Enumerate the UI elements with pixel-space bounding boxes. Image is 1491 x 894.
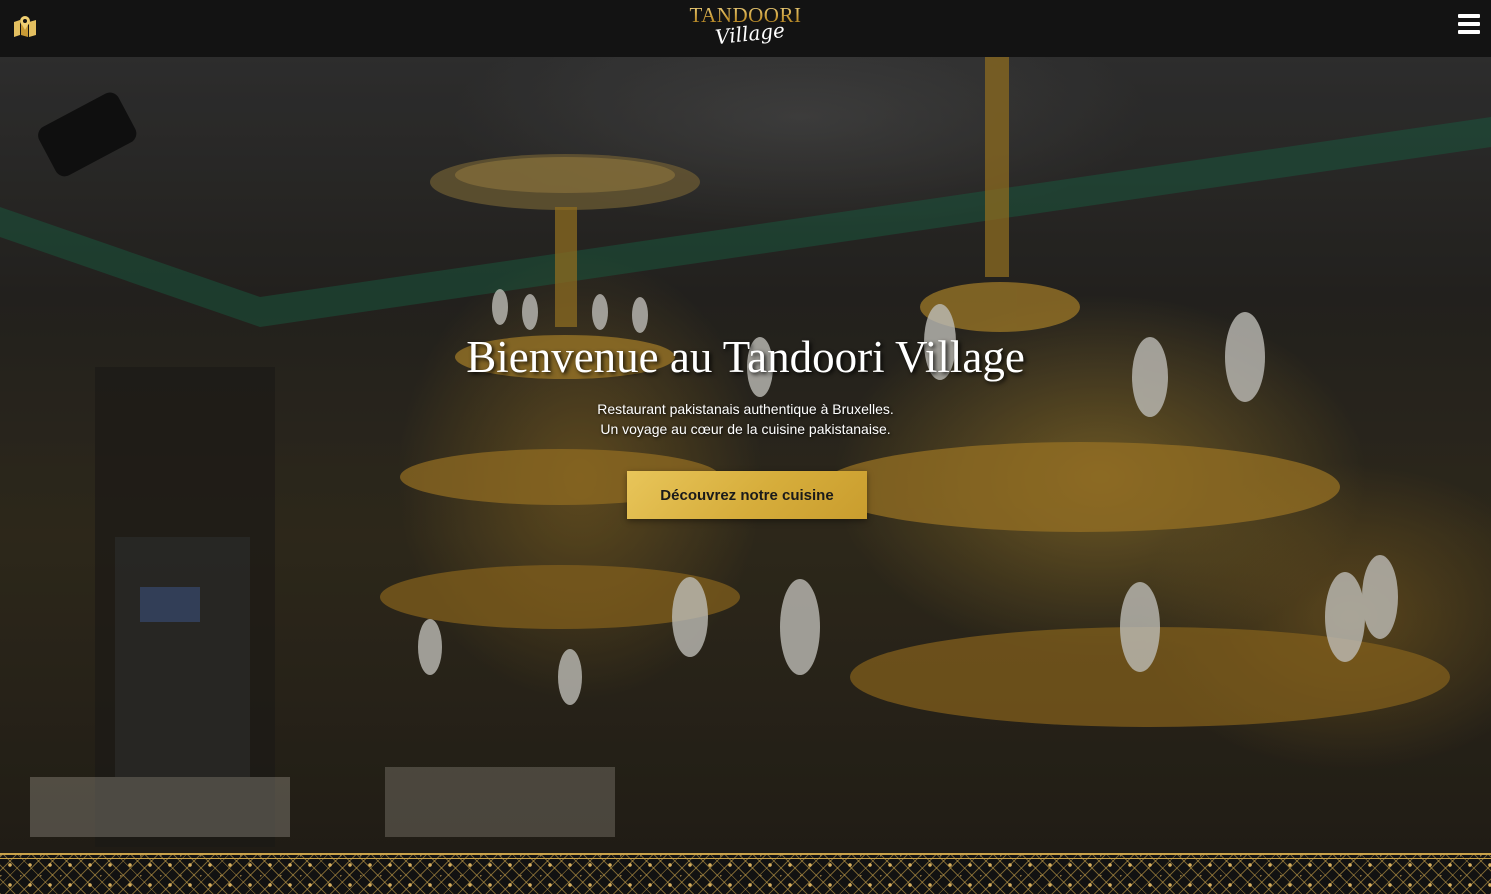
hero-content: Bienvenue au Tandoori Village Restaurant… [0, 57, 1491, 853]
hero-section: Bienvenue au Tandoori Village Restaurant… [0, 57, 1491, 853]
hero-subtitle-line-1: Restaurant pakistanais authentique à Bru… [597, 401, 894, 417]
page: TANDOORI Village Bienvenue au Tandoori V… [0, 0, 1491, 894]
decorative-pattern-band [0, 853, 1491, 894]
discover-cuisine-button[interactable]: Découvrez notre cuisine [627, 471, 867, 519]
site-logo[interactable]: TANDOORI Village [676, 2, 816, 52]
top-navbar: TANDOORI Village [0, 0, 1491, 57]
menu-bar [1458, 30, 1480, 34]
map-marker-icon[interactable] [12, 15, 38, 37]
menu-bar [1458, 14, 1480, 18]
hero-title: Bienvenue au Tandoori Village [466, 332, 1025, 382]
hamburger-menu-icon[interactable] [1458, 14, 1480, 36]
hero-subtitle-line-2: Un voyage au cœur de la cuisine pakistan… [600, 421, 891, 437]
menu-bar [1458, 22, 1480, 26]
